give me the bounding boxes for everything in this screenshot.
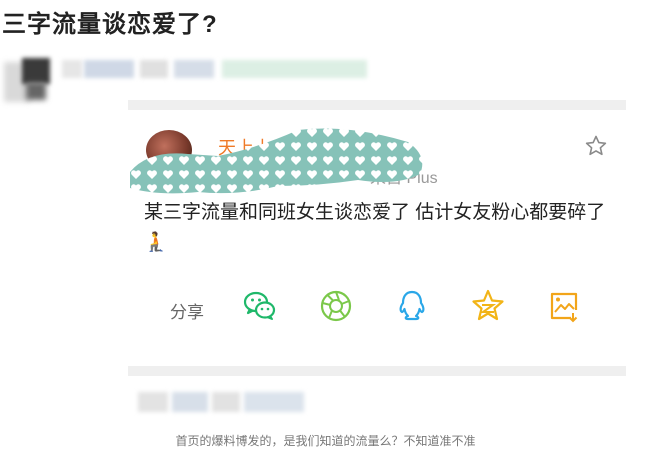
divider-bottom [128, 366, 626, 376]
star-outline-icon[interactable] [584, 134, 608, 158]
wechat-icon[interactable] [242, 288, 278, 324]
divider-top [128, 100, 626, 110]
blurred-username [62, 60, 367, 78]
qq-icon[interactable] [394, 288, 430, 324]
embedded-post-card: 天上上 7-1 来自 Plus 某三字流量和同班女生谈恋爱了 估计女友粉心都要碎… [128, 100, 626, 378]
page-title: 三字流量谈恋爱了? [2, 11, 218, 38]
privacy-mask [130, 128, 423, 194]
image-caption: 首页的爆料博发的，是我们知道的流量么？不知道准不准 [175, 434, 476, 448]
blurred-post-meta [138, 392, 308, 412]
share-row: 分享 [128, 288, 626, 328]
image-share-icon[interactable] [546, 288, 582, 324]
moments-icon[interactable] [318, 288, 354, 324]
share-label: 分享 [170, 303, 204, 322]
post-text: 某三字流量和同班女生谈恋爱了 估计女友粉心都要碎了🧎 [144, 202, 606, 253]
qzone-star-icon[interactable] [470, 288, 506, 324]
blurred-avatar [4, 52, 54, 104]
